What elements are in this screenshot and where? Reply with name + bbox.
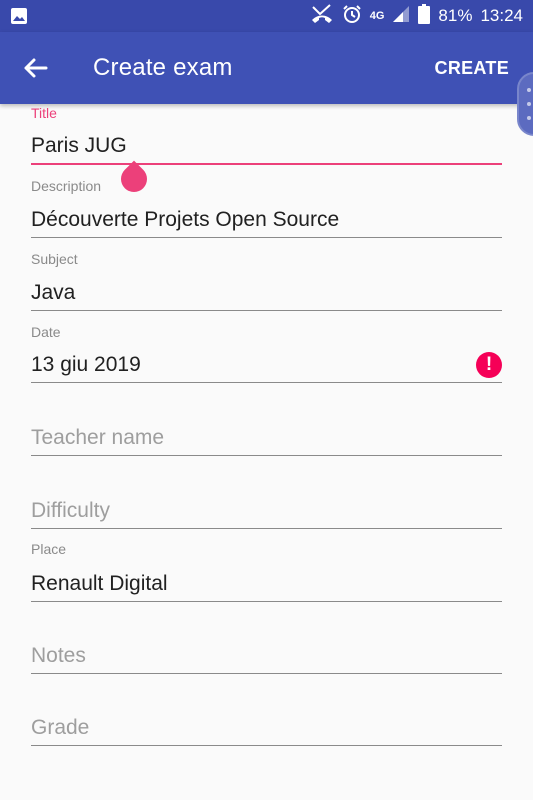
create-button[interactable]: CREATE bbox=[435, 58, 509, 79]
title-label: Title bbox=[31, 105, 57, 121]
grade-underline bbox=[31, 745, 502, 746]
teacher-underline bbox=[31, 455, 502, 456]
grade-input[interactable]: Grade bbox=[31, 716, 89, 740]
date-underline bbox=[31, 382, 502, 383]
subject-label: Subject bbox=[31, 251, 78, 267]
place-label: Place bbox=[31, 541, 67, 557]
subject-underline bbox=[31, 310, 502, 311]
signal-icon bbox=[392, 5, 410, 28]
teacher-name-input[interactable]: Teacher name bbox=[31, 426, 164, 450]
title-input[interactable]: Paris JUG bbox=[31, 134, 127, 158]
place-underline bbox=[31, 601, 502, 602]
text-cursor-handle[interactable] bbox=[115, 160, 153, 198]
status-bar: 4G 81% 13:24 bbox=[0, 0, 533, 32]
back-arrow-icon[interactable] bbox=[18, 50, 54, 86]
difficulty-input[interactable]: Difficulty bbox=[31, 499, 110, 523]
subject-input[interactable]: Java bbox=[31, 281, 75, 305]
notes-input[interactable]: Notes bbox=[31, 644, 86, 668]
description-input[interactable]: Découverte Projets Open Source bbox=[31, 208, 339, 232]
clock: 13:24 bbox=[480, 6, 523, 25]
title-underline bbox=[31, 163, 502, 165]
description-underline bbox=[31, 237, 502, 238]
image-icon bbox=[10, 7, 28, 30]
battery-icon bbox=[418, 3, 431, 29]
date-input[interactable]: 13 giu 2019 bbox=[31, 353, 141, 377]
error-icon[interactable]: ! bbox=[476, 352, 502, 378]
notes-underline bbox=[31, 673, 502, 674]
date-label: Date bbox=[31, 324, 61, 340]
missed-call-icon bbox=[310, 3, 334, 29]
difficulty-underline bbox=[31, 528, 502, 529]
place-input[interactable]: Renault Digital bbox=[31, 572, 168, 596]
network-type: 4G bbox=[369, 10, 385, 22]
app-bar: Create exam CREATE bbox=[0, 32, 533, 136]
battery-percent: 81% bbox=[438, 6, 473, 25]
description-label: Description bbox=[31, 178, 102, 194]
alarm-icon bbox=[342, 4, 362, 29]
page-title: Create exam bbox=[93, 54, 233, 81]
edge-panel-handle[interactable] bbox=[517, 72, 533, 136]
